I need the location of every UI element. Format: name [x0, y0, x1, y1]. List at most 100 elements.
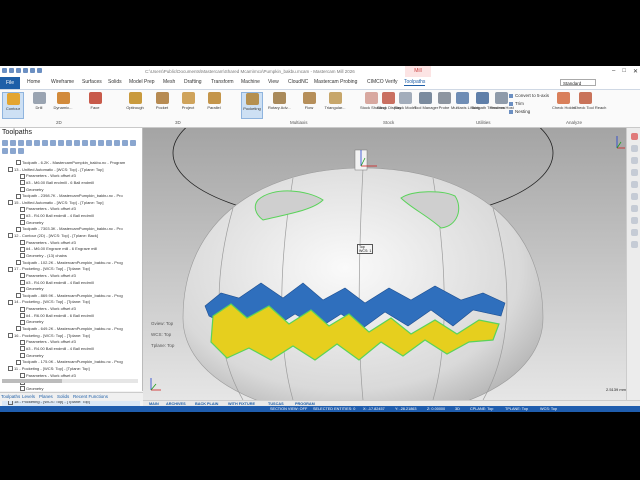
tab-model-prep[interactable]: Model Prep: [129, 79, 155, 85]
front-view-icon[interactable]: [630, 193, 638, 200]
tab-transform[interactable]: Transform: [211, 79, 234, 85]
select-all-icon[interactable]: [2, 140, 8, 146]
toolpath-tree-item[interactable]: 11 - Pocketing - [WCS: Top] - [Tplane: T…: [2, 366, 140, 373]
tree-item-checkbox[interactable]: [20, 220, 25, 226]
tree-item-checkbox[interactable]: [16, 193, 21, 199]
flow-button[interactable]: Flow: [298, 92, 320, 119]
viewsheet-tuscas[interactable]: TUSCAS: [268, 402, 284, 406]
tab-machine[interactable]: Machine: [241, 79, 260, 85]
tab-solids-manager[interactable]: Solids: [57, 394, 69, 399]
open-file-icon[interactable]: [9, 68, 14, 73]
tree-item-checkbox[interactable]: [8, 299, 13, 305]
optirough-button[interactable]: Optirough: [124, 92, 146, 119]
tree-item-checkbox[interactable]: [20, 346, 25, 352]
toolpath-tree-item[interactable]: Geometry: [2, 319, 140, 326]
rotary-adv-button[interactable]: Rotary Adv...: [268, 92, 291, 119]
tree-item-checkbox[interactable]: [20, 173, 25, 179]
pocket-3d-button[interactable]: Pocket: [151, 92, 173, 119]
regenerate-dirty-icon[interactable]: [26, 140, 32, 146]
tree-item-checkbox[interactable]: [20, 319, 25, 325]
wireframe-icon[interactable]: [630, 217, 638, 224]
tab-toolpaths-manager[interactable]: Toolpaths: [1, 394, 20, 399]
tab-recent-functions[interactable]: Recent Functions: [73, 394, 108, 399]
tree-item-checkbox[interactable]: [8, 233, 13, 239]
tree-item-checkbox[interactable]: [20, 353, 25, 359]
dynamic-button[interactable]: Dynamic...: [52, 92, 74, 119]
toolpath-tree-item[interactable]: Geometry: [2, 286, 140, 293]
toolpath-tree-item[interactable]: 13 - Unified Automatic - [WCS: Top] - [T…: [2, 167, 140, 174]
tree-item-checkbox[interactable]: [20, 187, 25, 192]
tree-item-checkbox[interactable]: [20, 213, 25, 219]
expand-icon[interactable]: [106, 140, 112, 146]
toolpath-tree-item[interactable]: #3 - R4.00 Ball endmill - 4 Ball endmill: [2, 280, 140, 287]
graphics-viewport[interactable]: [143, 128, 626, 400]
post-icon[interactable]: [58, 140, 64, 146]
tab-drafting[interactable]: Drafting: [184, 79, 202, 85]
viewsheet-archives[interactable]: ARCHIVES: [166, 402, 186, 406]
viewsheet-with-fixture[interactable]: WITH FIXTURE: [228, 402, 255, 406]
drill-button[interactable]: Drill: [28, 92, 50, 119]
tree-item-checkbox[interactable]: [16, 359, 21, 365]
rotate-icon[interactable]: [630, 145, 638, 152]
move-down-icon[interactable]: [122, 140, 128, 146]
contour-button[interactable]: Contour: [2, 92, 24, 119]
toolpath-tree-item[interactable]: Parameters - Work offset #3: [2, 306, 140, 313]
toolpath-tree-item[interactable]: Toolpath - 6.2K - MastercamPumpkin_bakbu…: [2, 160, 140, 167]
toolpath-tree-item[interactable]: Parameters - Work offset #3: [2, 173, 140, 180]
stock-model-button[interactable]: Stock Model: [394, 92, 416, 119]
toolpath-tree-item[interactable]: 12 - Contour (2D) - [WCS: Top] - [Tplane…: [2, 233, 140, 240]
tree-item-checkbox[interactable]: [20, 372, 25, 378]
toolpath-tree-item[interactable]: Geometry - (13) chains: [2, 253, 140, 260]
toggle-posting-icon[interactable]: [98, 140, 104, 146]
minimize-icon[interactable]: –: [612, 68, 615, 75]
trim-button[interactable]: Trim: [509, 101, 524, 106]
zoom-icon[interactable]: [630, 157, 638, 164]
tree-item-checkbox[interactable]: [20, 246, 25, 252]
tree-item-checkbox[interactable]: [8, 366, 13, 372]
tree-item-checkbox[interactable]: [16, 326, 21, 332]
tree-item-checkbox[interactable]: [8, 333, 13, 339]
tab-home[interactable]: Home: [27, 79, 40, 85]
hide-icon[interactable]: [630, 241, 638, 248]
toolpath-tree-item[interactable]: Toolpath - 175.0K - MastercamPumpkin_bak…: [2, 359, 140, 366]
parallel-button[interactable]: Parallel: [203, 92, 225, 119]
close-icon[interactable]: ✕: [633, 68, 638, 75]
delete-icon[interactable]: [74, 140, 80, 146]
toolpath-tree-item[interactable]: #4 - M6.00 Engrave mill - 6 Engrave mill: [2, 246, 140, 253]
toolpath-tree-item[interactable]: Toolpath - 869.9K - MastercamPumpkin_bak…: [2, 293, 140, 300]
viewsheet-program[interactable]: PROGRAM: [295, 402, 315, 406]
tree-item-checkbox[interactable]: [20, 313, 25, 319]
mill-context-tab[interactable]: Mill: [405, 66, 431, 77]
horizontal-scrollbar[interactable]: [2, 379, 138, 383]
toolpath-tree-item[interactable]: 17 - Pocketing - [WCS: Top] - [Tplane: T…: [2, 266, 140, 273]
tab-wireframe[interactable]: Wireframe: [51, 79, 74, 85]
toolpath-tree-item[interactable]: Geometry: [2, 353, 140, 360]
toolpath-tree-item[interactable]: Toolpath - 102.2K - MastercamPumpkin_bak…: [2, 260, 140, 267]
fit-icon[interactable]: [630, 169, 638, 176]
pocketing-button[interactable]: Pocketing: [241, 92, 263, 119]
shaded-icon[interactable]: [630, 229, 638, 236]
face-button[interactable]: Face: [84, 92, 106, 119]
collapse-icon[interactable]: [114, 140, 120, 146]
tab-solids[interactable]: Solids: [108, 79, 122, 85]
tree-item-checkbox[interactable]: [20, 253, 25, 259]
scroll-to-insert-icon[interactable]: [10, 148, 16, 154]
tree-item-checkbox[interactable]: [20, 279, 25, 285]
tree-item-checkbox[interactable]: [20, 180, 25, 186]
toolpath-tree-item[interactable]: #3 - M6.00 Ball endmill - 6 Ball endmill: [2, 180, 140, 187]
tab-cimco-verify[interactable]: CIMCO Verify: [367, 79, 398, 85]
regenerate-icon[interactable]: [18, 140, 24, 146]
maximize-icon[interactable]: □: [622, 68, 626, 75]
status-tplane[interactable]: TPLANE: Top: [505, 407, 528, 411]
tree-item-checkbox[interactable]: [20, 386, 25, 392]
toolpath-tree-item[interactable]: Toolpath - 649.2K - MastercamPumpkin_bak…: [2, 326, 140, 333]
print-icon[interactable]: [23, 68, 28, 73]
tree-item-checkbox[interactable]: [16, 293, 21, 299]
toolpath-tree-item[interactable]: Geometry: [2, 187, 140, 194]
toolpath-tree-item[interactable]: 15 - Unified Automatic - [WCS: Top] - [T…: [2, 200, 140, 207]
tree-item-checkbox[interactable]: [20, 339, 25, 345]
tree-item-checkbox[interactable]: [20, 206, 25, 212]
viewsheet-back-plain[interactable]: BACK PLAIN: [195, 402, 218, 406]
status-cplane[interactable]: CPLANE: Top: [470, 407, 493, 411]
toolpath-tree-item[interactable]: Parameters - Work offset #3: [2, 206, 140, 213]
